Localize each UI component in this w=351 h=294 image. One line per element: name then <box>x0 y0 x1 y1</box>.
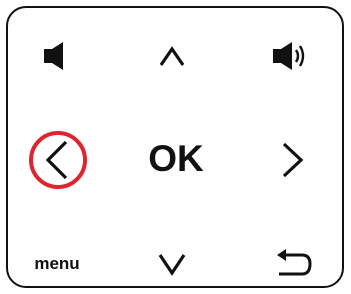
speaker-icon <box>44 42 63 70</box>
chevron-left-icon <box>29 131 87 189</box>
chevron-down-icon <box>158 254 186 276</box>
volume-up-button[interactable] <box>268 36 312 76</box>
ok-button[interactable]: OK <box>140 136 212 182</box>
left-button[interactable] <box>26 128 90 192</box>
up-button[interactable] <box>152 36 192 76</box>
menu-button[interactable]: menu <box>22 252 92 276</box>
right-button[interactable] <box>270 138 314 182</box>
back-button[interactable] <box>272 244 316 284</box>
chevron-right-icon <box>282 142 304 178</box>
volume-down-button[interactable] <box>38 38 74 74</box>
speaker-loud-icon <box>273 42 305 70</box>
return-arrow-icon <box>277 249 312 276</box>
ok-label: OK <box>148 138 204 179</box>
down-button[interactable] <box>152 244 192 284</box>
menu-label: menu <box>34 254 80 273</box>
chevron-up-icon <box>159 46 185 66</box>
